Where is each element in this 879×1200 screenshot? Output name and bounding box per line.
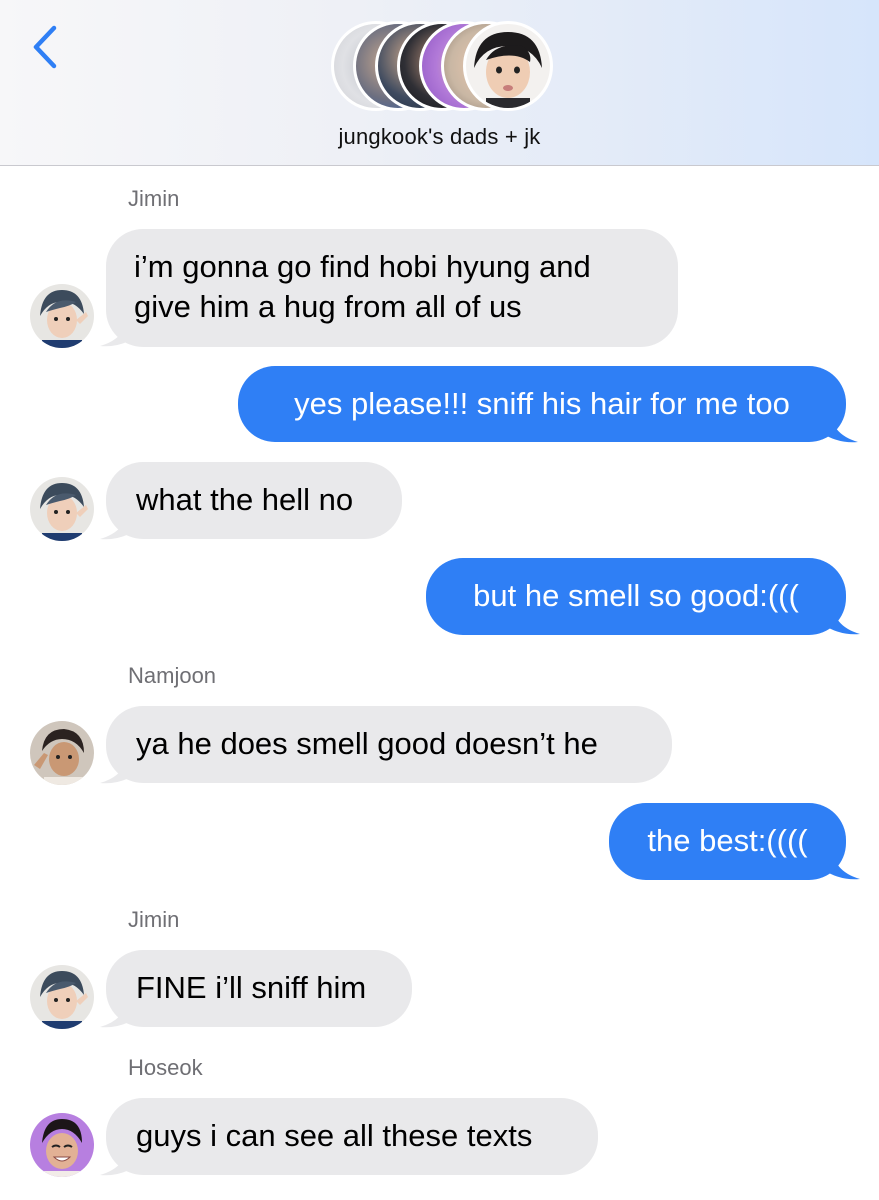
message-bubble-incoming[interactable]: ya he does smell good doesn’t he <box>106 706 672 783</box>
avatar-jimin[interactable] <box>30 965 94 1029</box>
sender-name: Jimin <box>128 907 180 932</box>
message-bubble-incoming[interactable]: i’m gonna go find hobi hyung and give hi… <box>106 229 678 347</box>
avatar-jimin[interactable] <box>30 284 94 348</box>
back-button[interactable] <box>24 22 64 72</box>
message-bubble-incoming[interactable]: FINE i’ll sniff him <box>106 950 412 1027</box>
message-bubble-incoming[interactable]: what the hell no <box>106 462 402 539</box>
conversation-header: jungkook's dads + jk <box>0 0 879 166</box>
avatar-jimin[interactable] <box>30 477 94 541</box>
group-member-avatar <box>463 21 553 111</box>
avatar-namjoon[interactable] <box>30 721 94 785</box>
message-bubble-outgoing[interactable]: yes please!!! sniff his hair for me too <box>238 366 846 442</box>
message-line: give him a hug from all of us <box>134 289 522 324</box>
group-name[interactable]: jungkook's dads + jk <box>0 124 879 150</box>
chevron-left-icon <box>33 25 57 69</box>
message-bubble-incoming[interactable]: guys i can see all these texts <box>106 1098 598 1175</box>
message-line: i’m gonna go find hobi hyung and <box>134 249 591 284</box>
message-bubble-outgoing[interactable]: the best:(((( <box>609 803 846 880</box>
message-bubble-outgoing[interactable]: but he smell so good:((( <box>426 558 846 635</box>
group-avatar-stack[interactable] <box>331 21 553 111</box>
sender-name: Jimin <box>128 186 180 211</box>
sender-name: Hoseok <box>128 1055 203 1080</box>
sender-name: Namjoon <box>128 663 217 688</box>
avatar-hoseok[interactable] <box>30 1113 94 1177</box>
